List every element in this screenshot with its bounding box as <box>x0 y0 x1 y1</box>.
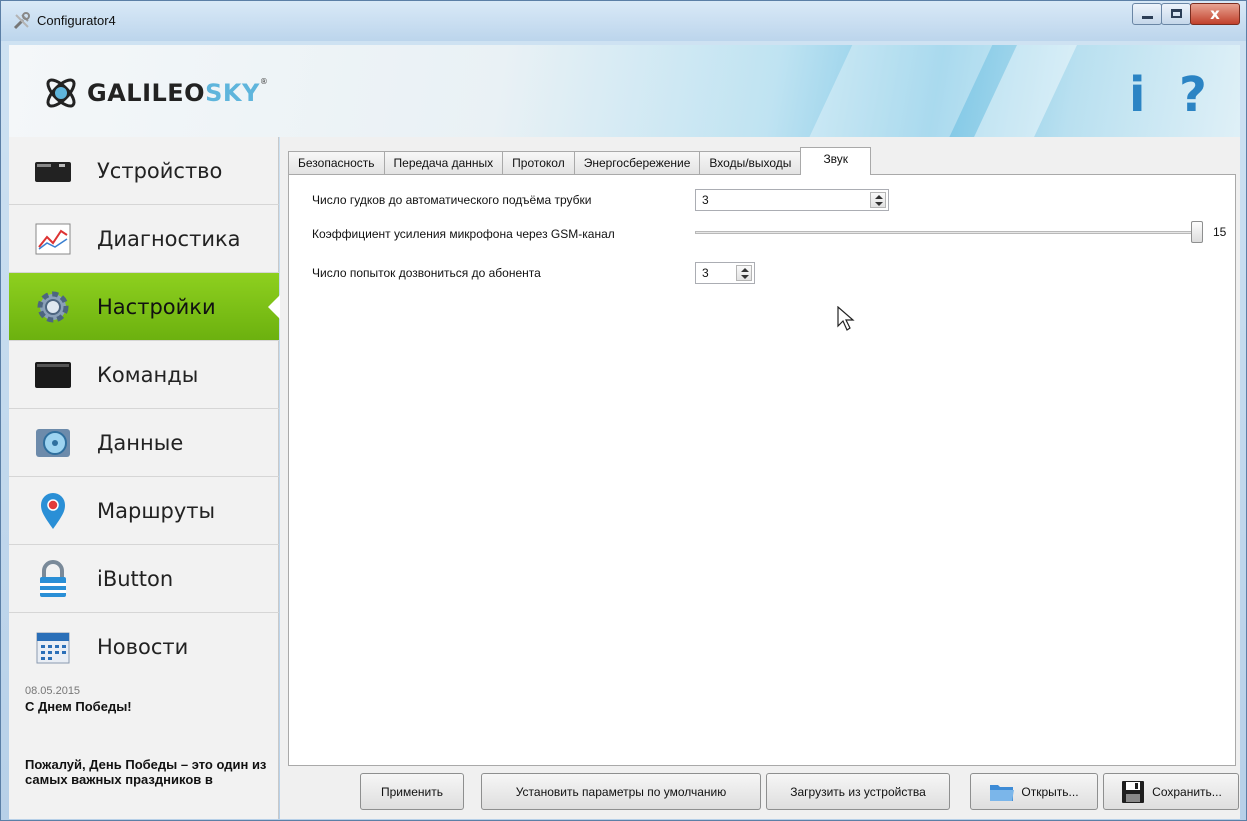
stepper-arrows[interactable] <box>870 192 886 208</box>
sidebar-item-label: iButton <box>97 566 174 591</box>
sidebar-item-device[interactable]: Устройство <box>9 137 279 205</box>
atom-logo-icon <box>46 78 76 108</box>
gain-label: Коэффициент усиления микрофона через GSM… <box>312 227 615 241</box>
sidebar-item-settings[interactable]: Настройки <box>9 273 280 341</box>
floppy-disk-icon <box>1122 780 1145 803</box>
sidebar-item-label: Маршруты <box>97 498 216 523</box>
increment-icon <box>875 195 883 199</box>
gear-icon <box>37 291 69 322</box>
tab-power-saving[interactable]: Энергосбережение <box>573 151 701 174</box>
tab-inputs-outputs[interactable]: Входы/выходы <box>699 151 802 174</box>
app-window: Configurator4 x GALILEOSKY ® i ? Устройс… <box>0 0 1247 821</box>
maximize-icon <box>1171 9 1182 18</box>
logo-text-galileo: GALILEO <box>87 79 206 107</box>
rings-stepper[interactable]: 3 <box>695 189 889 211</box>
minimize-button[interactable] <box>1132 3 1162 25</box>
save-button-label: Сохранить... <box>1152 784 1222 799</box>
banner-decoration <box>796 45 1002 137</box>
open-button-label: Открыть... <box>1021 784 1079 799</box>
logo-registered-mark: ® <box>259 77 268 86</box>
gain-slider-track[interactable] <box>695 231 1197 234</box>
tab-sound[interactable]: Звук <box>800 147 872 175</box>
rings-value: 3 <box>702 193 709 207</box>
title-bar[interactable]: Configurator4 x <box>1 1 1246 41</box>
set-defaults-button[interactable]: Установить параметры по умолчанию <box>481 773 761 810</box>
lock-icon <box>40 559 66 597</box>
save-button[interactable]: Сохранить... <box>1103 773 1239 810</box>
logo-text-sky: SKY <box>205 79 260 107</box>
calendar-icon <box>36 632 70 664</box>
sidebar-item-label: Новости <box>97 635 189 659</box>
close-icon: x <box>1210 5 1220 23</box>
tab-protocol[interactable]: Протокол <box>502 151 575 174</box>
sidebar-item-label: Настройки <box>97 294 216 319</box>
sidebar-item-label: Диагностика <box>97 226 241 251</box>
decrement-icon <box>875 202 883 206</box>
mouse-cursor-icon <box>837 306 855 331</box>
gain-slider-handle[interactable] <box>1191 221 1203 243</box>
stepper-arrows[interactable] <box>736 265 752 281</box>
sidebar-item-label: Команды <box>97 362 199 387</box>
increment-icon <box>741 268 749 272</box>
news-title[interactable]: С Днем Победы! <box>25 699 132 714</box>
apply-button[interactable]: Применить <box>360 773 464 810</box>
sidebar: Устройство Диагностика Настройки Команды <box>9 137 280 819</box>
sidebar-item-routes[interactable]: Маршруты <box>9 477 279 545</box>
sidebar-item-news[interactable]: Новости <box>9 613 279 681</box>
terminal-icon <box>35 361 71 388</box>
window-title: Configurator4 <box>37 13 116 28</box>
sidebar-item-diagnostics[interactable]: Диагностика <box>9 205 279 273</box>
device-icon <box>35 161 71 182</box>
logo-wordmark: GALILEOSKY <box>87 79 260 107</box>
folder-icon <box>990 784 1015 801</box>
tab-data-transfer[interactable]: Передача данных <box>383 151 504 174</box>
map-pin-icon <box>41 492 65 529</box>
gain-value: 15 <box>1213 225 1227 239</box>
close-button[interactable]: x <box>1190 3 1240 25</box>
settings-tabs: Безопасность Передача данных Протокол Эн… <box>288 147 872 175</box>
galileosky-logo: GALILEOSKY ® <box>41 73 268 113</box>
open-button[interactable]: Открыть... <box>970 773 1098 810</box>
decrement-icon <box>741 275 749 279</box>
sidebar-item-label: Данные <box>97 430 184 455</box>
load-from-device-button[interactable]: Загрузить из устройства <box>766 773 950 810</box>
main-content: Безопасность Передача данных Протокол Эн… <box>280 137 1240 819</box>
rings-label: Число гудков до автоматического подъёма … <box>312 193 592 207</box>
news-body: Пожалуй, День Победы – это один из самых… <box>25 757 267 787</box>
attempts-label: Число попыток дозвониться до абонента <box>312 266 541 280</box>
minimize-icon <box>1142 16 1153 19</box>
maximize-button[interactable] <box>1161 3 1191 25</box>
help-icon[interactable]: ? <box>1179 65 1207 125</box>
tab-security[interactable]: Безопасность <box>288 151 385 174</box>
data-disk-icon <box>36 428 70 457</box>
sidebar-item-label: Устройство <box>97 158 223 183</box>
header-banner: GALILEOSKY ® i ? <box>9 45 1240 137</box>
news-date: 08.05.2015 <box>25 685 81 697</box>
sidebar-item-commands[interactable]: Команды <box>9 341 279 409</box>
window-controls: x <box>1132 3 1240 25</box>
sidebar-item-data[interactable]: Данные <box>9 409 279 477</box>
active-indicator <box>268 295 280 319</box>
attempts-value: 3 <box>702 266 709 280</box>
sound-settings-panel: Число гудков до автоматического подъёма … <box>288 174 1236 766</box>
tools-icon <box>13 12 30 30</box>
info-icon[interactable]: i <box>1129 65 1145 125</box>
diagnostics-chart-icon <box>35 223 71 254</box>
attempts-stepper[interactable]: 3 <box>695 262 755 284</box>
sidebar-item-ibutton[interactable]: iButton <box>9 545 279 613</box>
